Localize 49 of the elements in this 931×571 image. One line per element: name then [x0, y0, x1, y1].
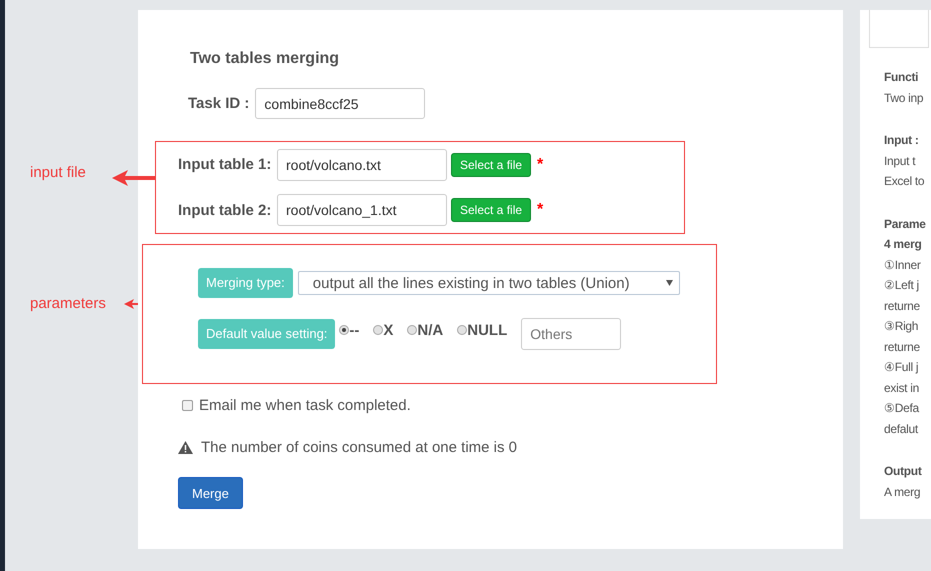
help-text: Input t: [884, 152, 916, 170]
file-path-field[interactable]: root/volcano.txt: [277, 148, 447, 181]
help-text: Output: [884, 463, 922, 480]
panel-tab[interactable]: [869, 10, 929, 48]
required-mark: *: [537, 156, 544, 174]
caret-icon: [666, 280, 673, 286]
help-text: ②Left j: [884, 277, 919, 294]
radio-label: N/A: [417, 322, 444, 338]
input-table-label: Input table 1:: [178, 156, 272, 174]
help-text: Input :: [884, 132, 919, 149]
radio-label: X: [383, 322, 394, 338]
help-text: returne: [884, 298, 920, 314]
email-label: Email me when task completed.: [199, 397, 411, 414]
warning-icon: [178, 441, 193, 454]
help-text: ④Full j: [884, 359, 918, 376]
help-text: Excel to: [884, 173, 924, 190]
annotation-arrow: [124, 299, 138, 309]
notice-text: The number of coins consumed at one time is 0: [201, 439, 517, 456]
help-text: ③Righ: [884, 318, 918, 335]
help-text: A merg: [884, 484, 920, 500]
help-text: Two inp: [884, 90, 924, 106]
default-value-label: Default value setting:: [198, 319, 336, 349]
radio-button[interactable]: [339, 325, 350, 335]
annotation-label: input file: [30, 164, 86, 181]
help-text: exist in: [884, 380, 919, 396]
radio-button[interactable]: [373, 325, 384, 335]
required-mark: *: [537, 201, 544, 220]
file-path-field[interactable]: root/volcano_1.txt: [277, 194, 447, 226]
merging-type-select[interactable]: output all the lines existing in two tables (Union): [298, 271, 680, 295]
help-text: 4 merg: [884, 236, 922, 253]
help-text: Functi: [884, 69, 918, 86]
radio-button[interactable]: [407, 325, 418, 335]
form-title: Two tables merging: [190, 50, 340, 69]
help-text: returne: [884, 338, 920, 356]
radio-label: --: [349, 322, 360, 338]
input-table-label: Input table 2:: [178, 202, 272, 219]
others-field[interactable]: Others: [521, 318, 622, 350]
help-text: ⑤Defa: [884, 400, 919, 417]
task-id-field[interactable]: combine8ccf25: [255, 88, 426, 119]
merge-button[interactable]: Merge: [178, 477, 243, 509]
merging-type-label: Merging type:: [198, 268, 293, 298]
annotation-label: parameters: [30, 295, 106, 312]
help-text: defalut: [884, 420, 918, 438]
help-text: Parame: [884, 216, 926, 232]
task-id-label: Task ID :: [188, 95, 250, 112]
radio-button[interactable]: [457, 325, 468, 335]
help-text: ①Inner: [884, 256, 921, 274]
email-checkbox[interactable]: [182, 400, 193, 411]
radio-label: NULL: [467, 322, 508, 338]
